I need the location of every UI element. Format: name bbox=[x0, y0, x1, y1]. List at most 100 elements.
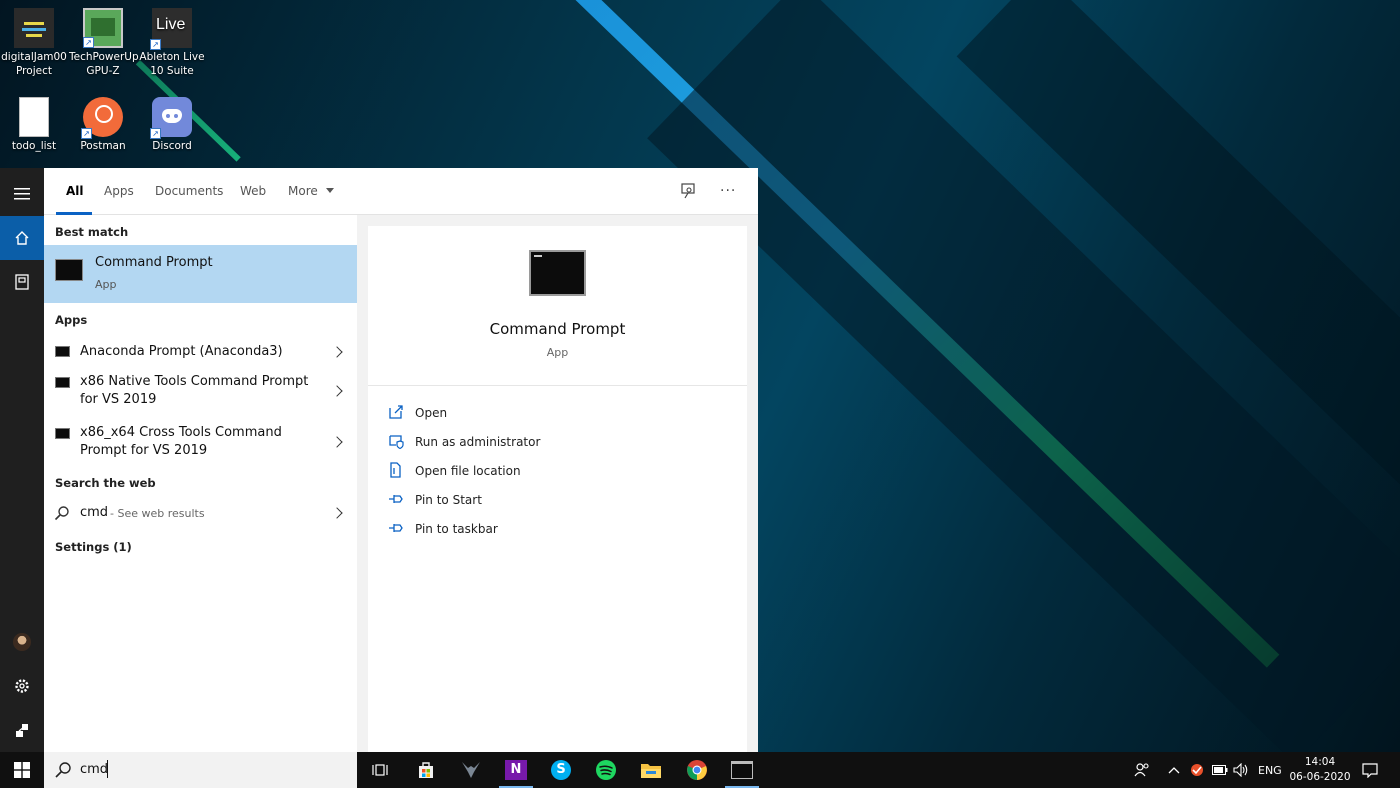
terminal-app-large-icon bbox=[529, 250, 586, 296]
apps-heading: Apps bbox=[55, 313, 88, 327]
preview-pane: Command Prompt App Open Run as administr… bbox=[368, 226, 747, 752]
tray-volume[interactable] bbox=[1233, 752, 1249, 788]
gpuz-icon: ↗ bbox=[83, 8, 123, 48]
taskbar-file-explorer[interactable] bbox=[628, 752, 674, 788]
start-button[interactable] bbox=[0, 752, 44, 788]
taskbar: cmd N S ENG 14:04 06-06-2020 bbox=[0, 752, 1400, 788]
desktop-icon-postman[interactable]: ↗ Postman bbox=[69, 91, 137, 153]
hamburger-menu-button[interactable] bbox=[0, 172, 44, 216]
taskbar-search-box[interactable]: cmd bbox=[44, 752, 357, 788]
taskbar-task-view[interactable] bbox=[357, 752, 403, 788]
action-open-file-location[interactable]: Open file location bbox=[388, 462, 688, 482]
desktop-icon-label: TechPowerUp bbox=[69, 51, 139, 63]
taskbar-command-prompt[interactable] bbox=[719, 752, 765, 788]
tab-apps[interactable]: Apps bbox=[104, 184, 134, 198]
tab-all[interactable]: All bbox=[66, 184, 84, 198]
chevron-right-icon[interactable] bbox=[331, 385, 343, 397]
search-icon bbox=[55, 762, 71, 778]
tray-show-hidden-icons[interactable] bbox=[1168, 752, 1180, 788]
pin-taskbar-icon bbox=[389, 524, 403, 532]
action-label: Pin to Start bbox=[415, 493, 482, 507]
terminal-app-icon bbox=[55, 377, 70, 388]
chevron-right-icon[interactable] bbox=[331, 346, 343, 358]
shortcut-arrow-icon: ↗ bbox=[83, 37, 94, 48]
action-label: Open file location bbox=[415, 464, 521, 478]
feedback-button[interactable] bbox=[0, 708, 44, 752]
search-query-text: cmd bbox=[80, 762, 109, 777]
action-pin-to-start[interactable]: Pin to Start bbox=[388, 491, 688, 511]
settings-heading[interactable]: Settings (1) bbox=[55, 540, 132, 554]
action-run-as-admin[interactable]: Run as administrator bbox=[388, 433, 688, 453]
desktop-icon-label: Project bbox=[16, 65, 52, 77]
desktop-icon-digitaljam[interactable]: digitalJam00 Project bbox=[0, 2, 68, 78]
tray-people[interactable] bbox=[1134, 752, 1150, 788]
desktop-icon-ableton[interactable]: Live ↗ Ableton Live 10 Suite bbox=[138, 2, 206, 78]
taskbar-predator-sense[interactable] bbox=[448, 752, 494, 788]
more-options-button[interactable]: ··· bbox=[720, 180, 742, 200]
chevron-right-icon[interactable] bbox=[331, 436, 343, 448]
tray-battery[interactable] bbox=[1212, 752, 1228, 788]
best-match-item[interactable]: Command Prompt App bbox=[44, 245, 357, 303]
preview-title: Command Prompt bbox=[489, 320, 626, 338]
skype-icon: S bbox=[551, 760, 571, 780]
user-account-button[interactable] bbox=[0, 620, 44, 664]
ellipsis-icon: ··· bbox=[720, 183, 737, 199]
app-result-x86-x64-cross[interactable]: x86_x64 Cross Tools Command Prompt for V… bbox=[44, 422, 357, 462]
app-result-x86-native[interactable]: x86 Native Tools Command Prompt for VS 2… bbox=[44, 371, 357, 411]
tab-more-label: More bbox=[288, 184, 318, 198]
settings-icon bbox=[15, 679, 29, 693]
tab-documents[interactable]: Documents bbox=[155, 184, 223, 198]
shortcut-arrow-icon: ↗ bbox=[150, 39, 161, 50]
text-file-icon bbox=[19, 97, 49, 137]
tab-web[interactable]: Web bbox=[240, 184, 266, 198]
app-result-title-line2: for VS 2019 bbox=[80, 392, 157, 407]
volume-icon bbox=[1233, 763, 1248, 777]
tab-more[interactable]: More bbox=[288, 184, 334, 198]
taskbar-chrome[interactable] bbox=[674, 752, 720, 788]
desktop-icon-label: Ableton Live bbox=[139, 51, 205, 63]
home-button[interactable] bbox=[0, 216, 44, 260]
web-suffix: - See web results bbox=[110, 507, 205, 520]
action-open[interactable]: Open bbox=[388, 404, 688, 424]
battery-icon bbox=[1212, 765, 1228, 775]
desktop-icon-todo[interactable]: todo_list bbox=[0, 91, 68, 153]
documents-button[interactable] bbox=[0, 260, 44, 304]
desktop-icon-discord[interactable]: ↗ Discord bbox=[138, 91, 206, 153]
chrome-icon bbox=[687, 760, 707, 780]
taskbar-store[interactable] bbox=[403, 752, 449, 788]
best-match-heading: Best match bbox=[55, 225, 129, 239]
documents-icon bbox=[15, 274, 29, 290]
hamburger-icon bbox=[14, 188, 30, 200]
desktop-icon-label: GPU-Z bbox=[86, 65, 120, 77]
results-list: Best match Command Prompt App Apps Anaco… bbox=[44, 215, 357, 752]
caret-down-icon bbox=[325, 188, 334, 193]
user-avatar bbox=[13, 633, 31, 651]
shortcut-arrow-icon: ↗ bbox=[81, 128, 92, 139]
web-query: cmd bbox=[80, 505, 109, 520]
tray-language[interactable]: ENG bbox=[1258, 752, 1282, 788]
desktop-icon-label: Discord bbox=[152, 140, 192, 152]
desktop-icon-label: 10 Suite bbox=[150, 65, 194, 77]
feedback-hub-button[interactable] bbox=[680, 182, 700, 202]
taskbar-onenote[interactable]: N bbox=[493, 752, 539, 788]
tray-antivirus[interactable] bbox=[1189, 752, 1205, 788]
app-result-anaconda[interactable]: Anaconda Prompt (Anaconda3) bbox=[44, 336, 357, 368]
action-label: Run as administrator bbox=[415, 435, 541, 449]
clock-date: 06-06-2020 bbox=[1289, 771, 1351, 783]
tray-action-center[interactable] bbox=[1362, 752, 1378, 788]
predator-sense-icon bbox=[462, 762, 480, 778]
taskbar-skype[interactable]: S bbox=[538, 752, 584, 788]
desktop-icon-gpuz[interactable]: ↗ TechPowerUp GPU-Z bbox=[69, 2, 139, 78]
spotify-icon bbox=[596, 760, 616, 780]
pin-start-icon bbox=[389, 495, 403, 503]
antivirus-icon bbox=[1191, 764, 1203, 776]
action-pin-to-taskbar[interactable]: Pin to taskbar bbox=[388, 520, 688, 540]
taskbar-spotify[interactable] bbox=[583, 752, 629, 788]
web-result-cmd[interactable]: cmd - See web results bbox=[44, 499, 357, 527]
file-location-icon bbox=[390, 462, 401, 478]
tray-clock[interactable]: 14:04 06-06-2020 bbox=[1288, 755, 1352, 785]
chevron-right-icon[interactable] bbox=[331, 507, 343, 519]
start-rail bbox=[0, 168, 44, 752]
home-icon bbox=[15, 231, 29, 245]
settings-button[interactable] bbox=[0, 664, 44, 708]
